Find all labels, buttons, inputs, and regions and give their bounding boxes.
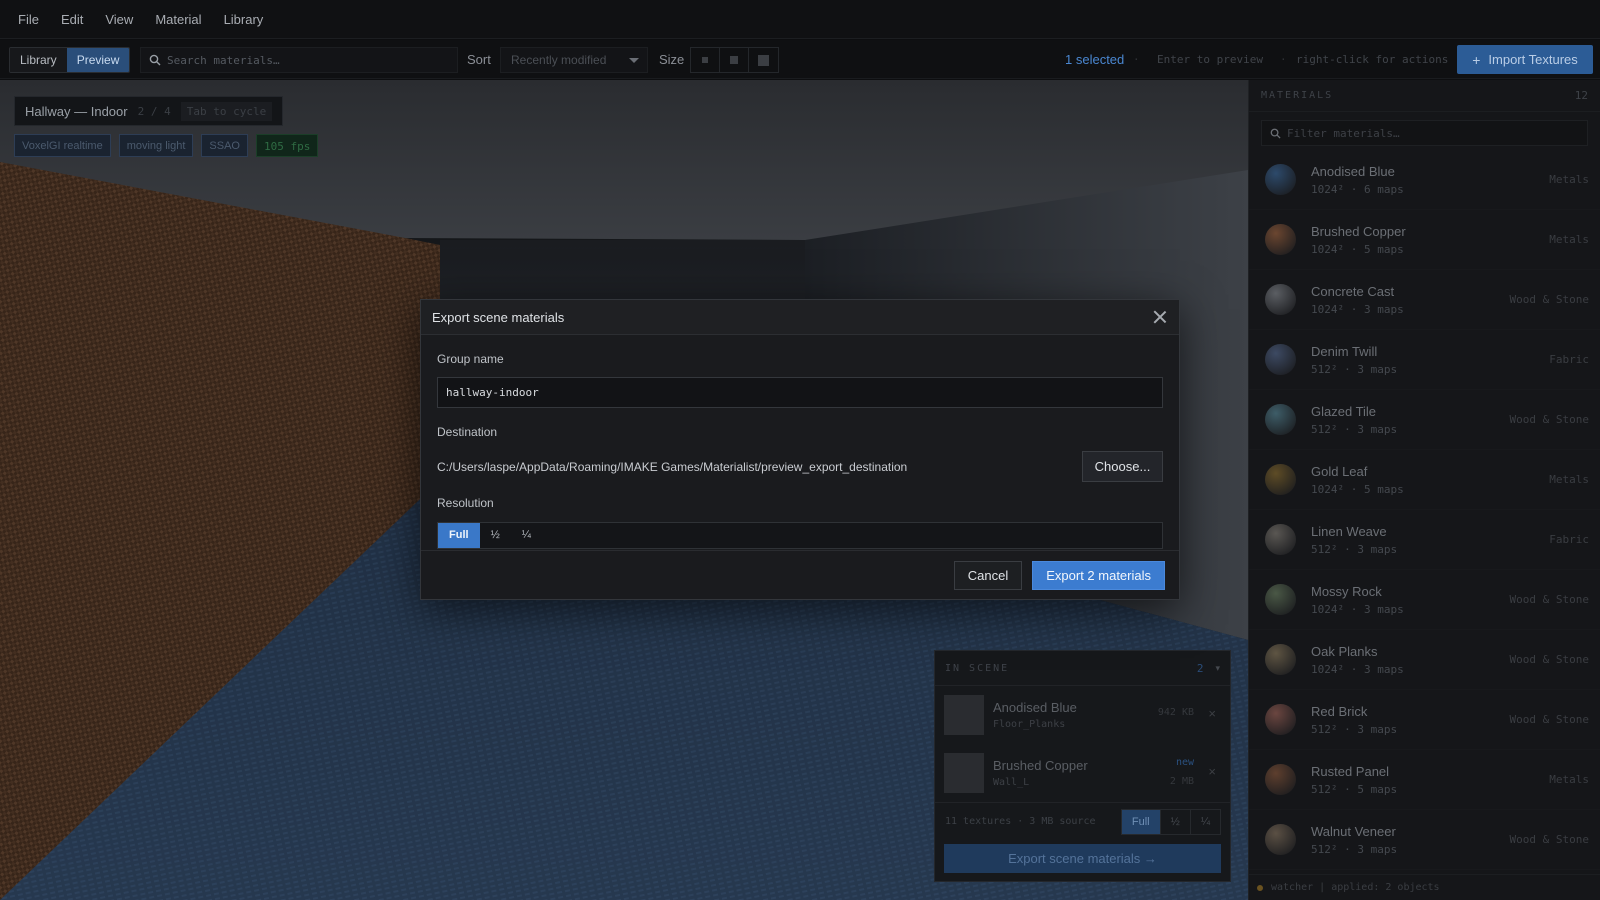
destination-row: C:/Users/laspe/AppData/Roaming/IMAKE Gam… [437, 451, 1163, 482]
destination-path: C:/Users/laspe/AppData/Roaming/IMAKE Gam… [437, 459, 908, 474]
choose-button[interactable]: Choose... [1082, 451, 1163, 482]
cancel-button[interactable]: Cancel [953, 560, 1023, 590]
resolution-half-button[interactable]: ½ [480, 523, 511, 548]
dialog-header: Export scene materials [421, 300, 1179, 335]
close-icon[interactable] [1152, 309, 1168, 325]
dialog-body: Group name hallway-indoor Destination C:… [421, 352, 1179, 549]
export-dialog: Export scene materials Group name hallwa… [420, 299, 1180, 600]
dialog-title: Export scene materials [432, 309, 565, 325]
dialog-footer: Cancel Export 2 materials [421, 550, 1179, 599]
group-name-field[interactable]: hallway-indoor [437, 377, 1163, 408]
export-materials-button[interactable]: Export 2 materials [1032, 560, 1165, 590]
resolution-toggle: Full ½ ¼ [437, 522, 1163, 549]
resolution-label: Resolution [437, 496, 494, 510]
resolution-full-button[interactable]: Full [438, 523, 480, 548]
resolution-quarter-button[interactable]: ¼ [511, 523, 542, 548]
destination-label: Destination [437, 425, 498, 439]
group-name-label: Group name [437, 352, 504, 366]
